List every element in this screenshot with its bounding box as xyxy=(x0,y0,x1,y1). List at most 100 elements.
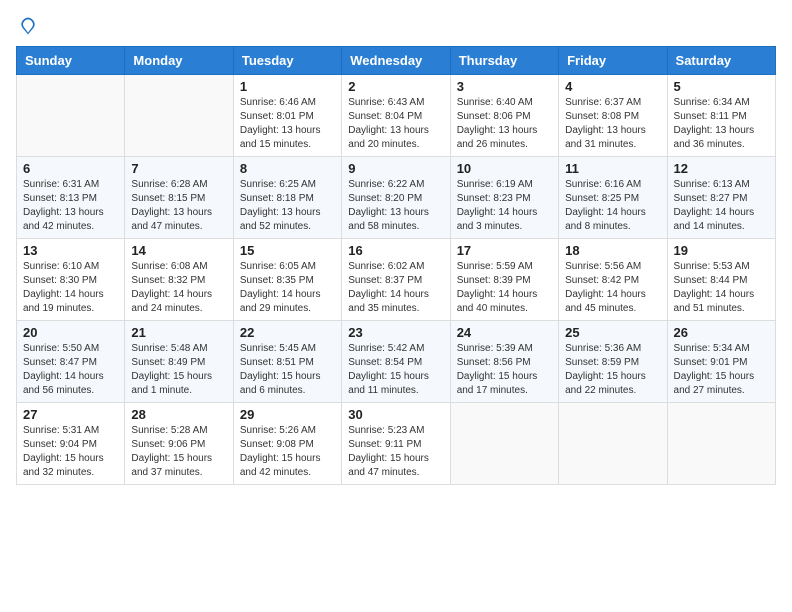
day-info: Sunrise: 5:39 AMSunset: 8:56 PMDaylight:… xyxy=(457,342,552,398)
day-info: Sunrise: 5:56 AMSunset: 8:42 PMDaylight:… xyxy=(565,260,660,316)
day-info: Sunrise: 5:23 AMSunset: 9:11 PMDaylight:… xyxy=(348,424,443,480)
calendar-cell: 9 Sunrise: 6:22 AMSunset: 8:20 PMDaylight… xyxy=(342,157,450,239)
calendar-cell: 14Sunrise: 6:08 AMSunset: 8:32 PMDayligh… xyxy=(125,239,233,321)
day-info: Sunrise: 6:40 AMSunset: 8:06 PMDaylight:… xyxy=(457,96,552,152)
calendar-cell: 21 Sunrise: 5:48 AMSunset: 8:49 PMDayligh… xyxy=(125,321,233,403)
calendar-cell: 6 Sunrise: 6:31 AMSunset: 8:13 PMDaylight… xyxy=(17,157,125,239)
day-number: 5 xyxy=(674,79,769,94)
calendar-table: Sunday Monday Tuesday Wednesday Thursday… xyxy=(16,46,776,485)
calendar-cell: 1 Sunrise: 6:46 AMSunset: 8:01 PMDaylight… xyxy=(233,75,341,157)
calendar-cell: 23Sunrise: 5:42 AMSunset: 8:54 PMDayligh… xyxy=(342,321,450,403)
day-number: 15 xyxy=(240,243,335,258)
calendar-cell: 18 Sunrise: 5:56 AMSunset: 8:42 PMDayligh… xyxy=(559,239,667,321)
day-info: Sunrise: 5:26 AMSunset: 9:08 PMDaylight:… xyxy=(240,424,335,480)
calendar-cell: 20 Sunrise: 5:50 AMSunset: 8:47 PMDayligh… xyxy=(17,321,125,403)
calendar-cell: 11 Sunrise: 6:16 AMSunset: 8:25 PMDayligh… xyxy=(559,157,667,239)
calendar-header-row: Sunday Monday Tuesday Wednesday Thursday… xyxy=(17,47,776,75)
day-number: 17 xyxy=(457,243,552,258)
calendar-cell: 22 Sunrise: 5:45 AMSunset: 8:51 PMDayligh… xyxy=(233,321,341,403)
day-info: Sunrise: 6:02 AMSunset: 8:37 PMDaylight:… xyxy=(348,260,443,316)
day-number: 7 xyxy=(131,161,226,176)
day-number: 27 xyxy=(23,407,118,422)
week-row-2: 6 Sunrise: 6:31 AMSunset: 8:13 PMDaylight… xyxy=(17,157,776,239)
day-info: Sunrise: 6:22 AMSunset: 8:20 PMDaylight:… xyxy=(348,178,443,234)
day-number: 18 xyxy=(565,243,660,258)
calendar-cell: 30 Sunrise: 5:23 AMSunset: 9:11 PMDayligh… xyxy=(342,403,450,485)
day-info: Sunrise: 6:46 AMSunset: 8:01 PMDaylight:… xyxy=(240,96,335,152)
calendar-cell: 3 Sunrise: 6:40 AMSunset: 8:06 PMDaylight… xyxy=(450,75,558,157)
day-info: Sunrise: 5:50 AMSunset: 8:47 PMDaylight:… xyxy=(23,342,118,398)
day-number: 2 xyxy=(348,79,443,94)
calendar-cell: 28Sunrise: 5:28 AMSunset: 9:06 PMDayligh… xyxy=(125,403,233,485)
day-info: Sunrise: 5:53 AMSunset: 8:44 PMDaylight:… xyxy=(674,260,769,316)
calendar-cell: 13 Sunrise: 6:10 AMSunset: 8:30 PMDayligh… xyxy=(17,239,125,321)
day-info: Sunrise: 6:28 AMSunset: 8:15 PMDaylight:… xyxy=(131,178,226,234)
day-info: Sunrise: 6:19 AMSunset: 8:23 PMDaylight:… xyxy=(457,178,552,234)
day-number: 6 xyxy=(23,161,118,176)
calendar-cell: 4Sunrise: 6:37 AMSunset: 8:08 PMDaylight… xyxy=(559,75,667,157)
day-number: 9 xyxy=(348,161,443,176)
calendar-cell: 12Sunrise: 6:13 AMSunset: 8:27 PMDayligh… xyxy=(667,157,775,239)
calendar-cell: 17 Sunrise: 5:59 AMSunset: 8:39 PMDayligh… xyxy=(450,239,558,321)
day-number: 30 xyxy=(348,407,443,422)
calendar-cell: 26 Sunrise: 5:34 AMSunset: 9:01 PMDayligh… xyxy=(667,321,775,403)
day-info: Sunrise: 6:34 AMSunset: 8:11 PMDaylight:… xyxy=(674,96,769,152)
calendar-cell: 10 Sunrise: 6:19 AMSunset: 8:23 PMDayligh… xyxy=(450,157,558,239)
calendar-cell xyxy=(125,75,233,157)
calendar-cell: 25 Sunrise: 5:36 AMSunset: 8:59 PMDayligh… xyxy=(559,321,667,403)
day-number: 25 xyxy=(565,325,660,340)
week-row-1: 1 Sunrise: 6:46 AMSunset: 8:01 PMDaylight… xyxy=(17,75,776,157)
col-monday: Monday xyxy=(125,47,233,75)
calendar-cell: 29 Sunrise: 5:26 AMSunset: 9:08 PMDayligh… xyxy=(233,403,341,485)
day-info: Sunrise: 6:08 AMSunset: 8:32 PMDaylight:… xyxy=(131,260,226,316)
day-info: Sunrise: 6:43 AMSunset: 8:04 PMDaylight:… xyxy=(348,96,443,152)
day-info: Sunrise: 6:05 AMSunset: 8:35 PMDaylight:… xyxy=(240,260,335,316)
day-number: 19 xyxy=(674,243,769,258)
day-number: 4 xyxy=(565,79,660,94)
day-number: 11 xyxy=(565,161,660,176)
day-info: Sunrise: 6:10 AMSunset: 8:30 PMDaylight:… xyxy=(23,260,118,316)
calendar-cell: 5 Sunrise: 6:34 AMSunset: 8:11 PMDaylight… xyxy=(667,75,775,157)
day-number: 26 xyxy=(674,325,769,340)
day-info: Sunrise: 5:31 AMSunset: 9:04 PMDaylight:… xyxy=(23,424,118,480)
day-info: Sunrise: 5:36 AMSunset: 8:59 PMDaylight:… xyxy=(565,342,660,398)
col-saturday: Saturday xyxy=(667,47,775,75)
day-number: 8 xyxy=(240,161,335,176)
calendar-cell: 7 Sunrise: 6:28 AMSunset: 8:15 PMDaylight… xyxy=(125,157,233,239)
day-number: 16 xyxy=(348,243,443,258)
day-number: 28 xyxy=(131,407,226,422)
calendar-cell: 27 Sunrise: 5:31 AMSunset: 9:04 PMDayligh… xyxy=(17,403,125,485)
day-number: 21 xyxy=(131,325,226,340)
page-header xyxy=(16,16,776,36)
calendar-cell: 15 Sunrise: 6:05 AMSunset: 8:35 PMDayligh… xyxy=(233,239,341,321)
day-number: 29 xyxy=(240,407,335,422)
calendar-cell xyxy=(559,403,667,485)
col-thursday: Thursday xyxy=(450,47,558,75)
calendar-cell: 16 Sunrise: 6:02 AMSunset: 8:37 PMDayligh… xyxy=(342,239,450,321)
day-info: Sunrise: 5:48 AMSunset: 8:49 PMDaylight:… xyxy=(131,342,226,398)
day-number: 22 xyxy=(240,325,335,340)
col-wednesday: Wednesday xyxy=(342,47,450,75)
calendar-cell: 24 Sunrise: 5:39 AMSunset: 8:56 PMDayligh… xyxy=(450,321,558,403)
day-number: 1 xyxy=(240,79,335,94)
day-number: 24 xyxy=(457,325,552,340)
day-info: Sunrise: 5:59 AMSunset: 8:39 PMDaylight:… xyxy=(457,260,552,316)
day-info: Sunrise: 5:34 AMSunset: 9:01 PMDaylight:… xyxy=(674,342,769,398)
calendar-cell xyxy=(667,403,775,485)
calendar-cell: 19 Sunrise: 5:53 AMSunset: 8:44 PMDayligh… xyxy=(667,239,775,321)
day-number: 20 xyxy=(23,325,118,340)
logo xyxy=(16,16,38,36)
week-row-3: 13 Sunrise: 6:10 AMSunset: 8:30 PMDayligh… xyxy=(17,239,776,321)
day-info: Sunrise: 6:25 AMSunset: 8:18 PMDaylight:… xyxy=(240,178,335,234)
week-row-5: 27 Sunrise: 5:31 AMSunset: 9:04 PMDayligh… xyxy=(17,403,776,485)
col-tuesday: Tuesday xyxy=(233,47,341,75)
day-number: 3 xyxy=(457,79,552,94)
calendar-cell: 2 Sunrise: 6:43 AMSunset: 8:04 PMDaylight… xyxy=(342,75,450,157)
day-info: Sunrise: 6:16 AMSunset: 8:25 PMDaylight:… xyxy=(565,178,660,234)
day-number: 13 xyxy=(23,243,118,258)
calendar-cell xyxy=(450,403,558,485)
col-friday: Friday xyxy=(559,47,667,75)
day-info: Sunrise: 5:45 AMSunset: 8:51 PMDaylight:… xyxy=(240,342,335,398)
day-info: Sunrise: 6:31 AMSunset: 8:13 PMDaylight:… xyxy=(23,178,118,234)
day-number: 10 xyxy=(457,161,552,176)
